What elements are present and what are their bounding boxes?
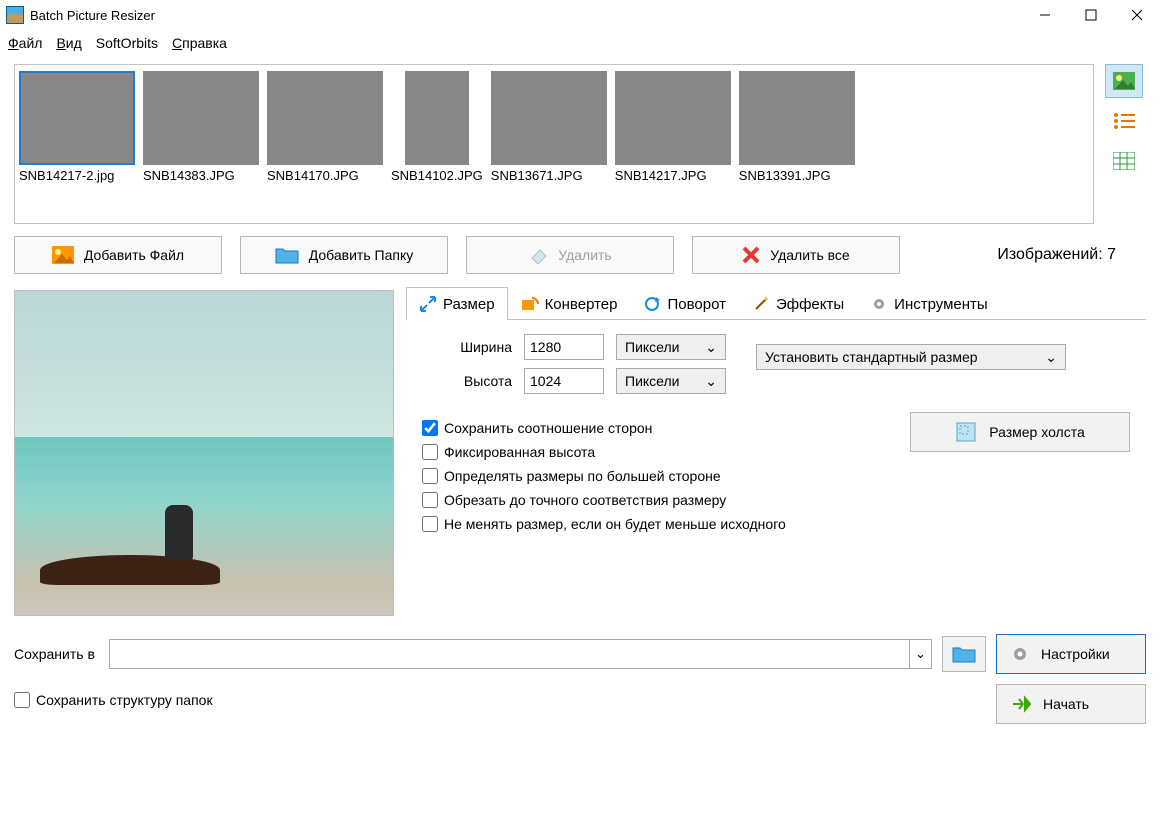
gear-icon [1011,645,1029,663]
preview-panel [14,284,394,616]
view-list-button[interactable] [1105,104,1143,138]
thumb-label: SNB13391.JPG [739,168,855,183]
file-toolbar: Добавить Файл Добавить Папку Удалить Уда… [14,236,1146,274]
maximize-button[interactable] [1068,0,1114,30]
thumb-item[interactable]: SNB13671.JPG [491,71,607,183]
width-unit-select[interactable]: Пиксели⌄ [616,334,726,360]
thumb-item[interactable]: SNB14217.JPG [615,71,731,183]
tabs-panel: Размер Конвертер Поворот Эффекты Инструм… [406,284,1146,616]
chevron-down-icon: ⌄ [705,339,717,356]
aspect-ratio-checkbox[interactable]: Сохранить соотношение сторон [422,420,880,436]
save-to-label: Сохранить в [14,646,95,662]
app-icon [6,6,24,24]
convert-icon [521,295,539,313]
browse-button[interactable] [942,636,986,672]
canvas-icon [955,421,977,443]
thumb-label: SNB14102.JPG [391,168,483,183]
chevron-down-icon: ⌄ [1045,349,1057,366]
height-label: Высота [422,373,512,389]
resize-icon [419,295,437,313]
thumb-label: SNB14170.JPG [267,168,383,183]
btn-label: Удалить все [770,247,849,263]
thumb-label: SNB13671.JPG [491,168,607,183]
remove-all-button[interactable]: Удалить все [692,236,900,274]
folder-open-icon [952,645,976,663]
tab-rotate[interactable]: Поворот [630,287,739,320]
save-row: Сохранить в ⌄ Настройки [14,634,1146,674]
rotate-icon [643,295,661,313]
folder-icon [275,246,299,264]
x-icon [742,246,760,264]
titlebar: Batch Picture Resizer [0,0,1160,30]
settings-button[interactable]: Настройки [996,634,1146,674]
by-largest-checkbox[interactable]: Определять размеры по большей стороне [422,468,880,484]
arrow-right-icon [1011,695,1031,713]
tab-label: Размер [443,296,495,313]
tab-label: Конвертер [545,296,618,313]
thumbnail-list[interactable]: SNB14217-2.jpg SNB14383.JPG SNB14170.JPG… [14,64,1094,224]
thumb-item[interactable]: SNB14170.JPG [267,71,383,183]
tab-content-size: Ширина Пиксели⌄ Высота Пиксели⌄ Установи… [406,320,1146,554]
tab-label: Инструменты [894,296,988,313]
save-path-input[interactable] [110,640,909,668]
preview-image [14,290,394,616]
tab-converter[interactable]: Конвертер [508,287,631,320]
app-title: Batch Picture Resizer [30,8,155,23]
save-path-dropdown[interactable]: ⌄ [909,640,931,668]
width-input[interactable] [524,334,604,360]
height-unit-select[interactable]: Пиксели⌄ [616,368,726,394]
view-mode-buttons [1102,64,1146,224]
wand-icon [752,295,770,313]
thumb-label: SNB14383.JPG [143,168,259,183]
thumb-item[interactable]: SNB14102.JPG [391,71,483,183]
image-count: Изображений: 7 [997,246,1146,264]
tab-label: Поворот [667,296,726,313]
thumb-item[interactable]: SNB14217-2.jpg [19,71,135,183]
tab-tools[interactable]: Инструменты [857,287,1001,320]
start-button[interactable]: Начать [996,684,1146,724]
thumb-item[interactable]: SNB14383.JPG [143,71,259,183]
minimize-button[interactable] [1022,0,1068,30]
view-thumbnails-button[interactable] [1105,64,1143,98]
menu-view[interactable]: Вид [56,35,81,51]
btn-label: Удалить [558,247,611,263]
thumb-label: SNB14217-2.jpg [19,168,135,183]
tab-label: Эффекты [776,296,844,313]
keep-folder-structure-checkbox[interactable]: Сохранить структуру папок [14,692,213,708]
tab-size[interactable]: Размер [406,287,508,320]
close-button[interactable] [1114,0,1160,30]
menu-softorbits[interactable]: SoftOrbits [96,35,158,51]
save-path-combo[interactable]: ⌄ [109,639,932,669]
eraser-icon [528,246,548,264]
image-icon [52,246,74,264]
window-controls [1022,0,1160,30]
canvas-size-button[interactable]: Размер холста [910,412,1130,452]
view-grid-button[interactable] [1105,144,1143,178]
menubar: Файл Вид SoftOrbits Справка [0,30,1160,56]
tabs: Размер Конвертер Поворот Эффекты Инструм… [406,284,1146,320]
remove-button[interactable]: Удалить [466,236,674,274]
menu-help[interactable]: Справка [172,35,227,51]
gear-icon [870,295,888,313]
no-upscale-checkbox[interactable]: Не менять размер, если он будет меньше и… [422,516,880,532]
thumb-item[interactable]: SNB13391.JPG [739,71,855,183]
thumb-label: SNB14217.JPG [615,168,731,183]
btn-label: Добавить Файл [84,247,184,263]
height-input[interactable] [524,368,604,394]
standard-size-select[interactable]: Установить стандартный размер⌄ [756,344,1066,370]
width-label: Ширина [422,339,512,355]
add-file-button[interactable]: Добавить Файл [14,236,222,274]
add-folder-button[interactable]: Добавить Папку [240,236,448,274]
chevron-down-icon: ⌄ [705,373,717,390]
tab-effects[interactable]: Эффекты [739,287,857,320]
menu-file[interactable]: Файл [8,35,42,51]
crop-exact-checkbox[interactable]: Обрезать до точного соответствия размеру [422,492,880,508]
chevron-down-icon: ⌄ [915,646,926,662]
fixed-height-checkbox[interactable]: Фиксированная высота [422,444,880,460]
btn-label: Добавить Папку [309,247,413,263]
